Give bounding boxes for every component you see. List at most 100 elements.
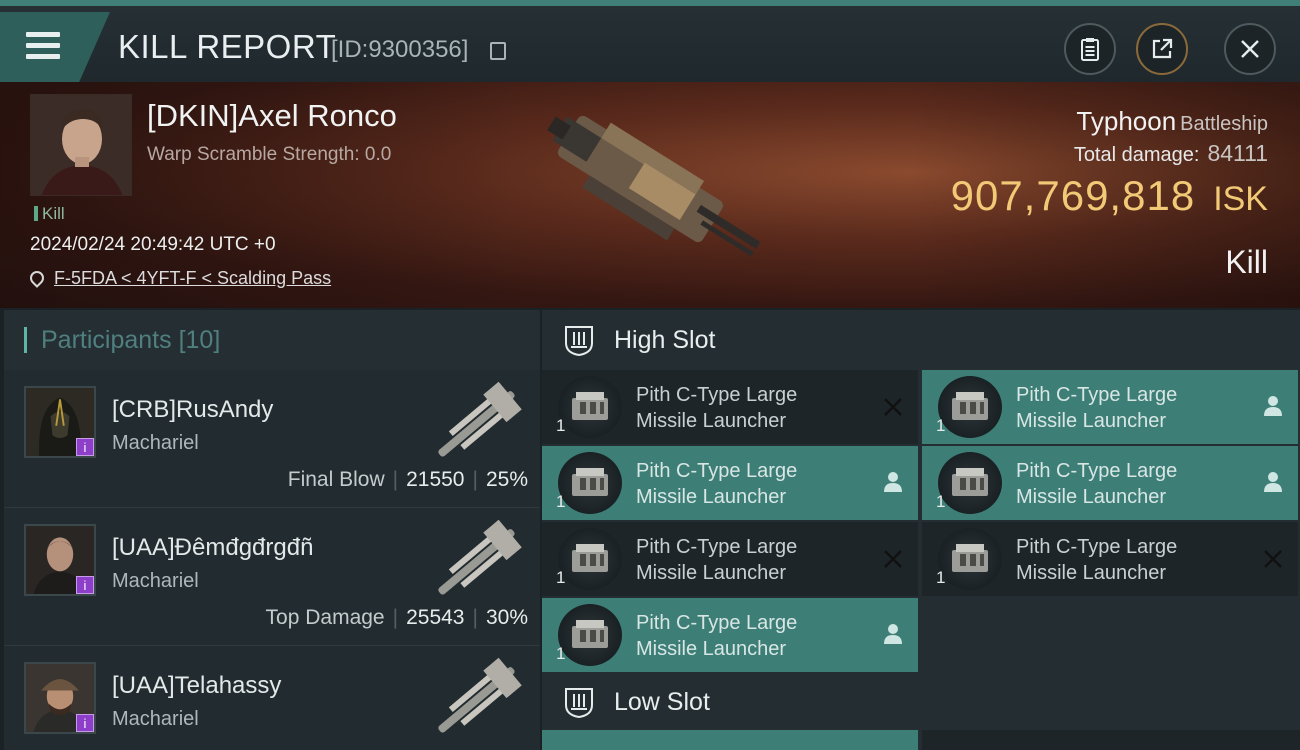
location-pin-icon xyxy=(27,268,47,288)
module-name: Pith C-Type Large Missile Launcher xyxy=(1016,536,1178,584)
participant-name[interactable]: [CRB]RusAndy xyxy=(112,396,273,424)
ship-class: Battleship xyxy=(1180,113,1268,135)
module-quantity: 1 xyxy=(556,492,566,511)
missile-launcher-icon xyxy=(938,452,1002,514)
module-name: Pith C-Type Large Missile Launcher xyxy=(1016,460,1178,508)
dropped-person-icon xyxy=(1264,396,1282,416)
participant-damage: 25543 xyxy=(406,606,465,629)
module-quantity: 1 xyxy=(936,416,946,435)
module-tile[interactable]: 1 Pith C-Type Large Missile Launcher xyxy=(542,522,918,596)
hamburger-icon[interactable] xyxy=(26,32,60,60)
location-link[interactable]: F-5FDA < 4YFT-F < Scalding Pass xyxy=(54,268,331,288)
corp-badge-icon: i xyxy=(76,714,94,732)
close-icon xyxy=(1241,40,1259,58)
module-name: Pith C-Type Large Missile Launcher xyxy=(1016,384,1178,432)
total-damage: Total damage: 84111 xyxy=(1074,140,1268,167)
close-button[interactable] xyxy=(1224,23,1276,75)
low-slot-icon xyxy=(565,688,593,719)
participants-count: [10] xyxy=(178,325,221,354)
module-tile[interactable]: 1 Pith C-Type Large Missile Launcher xyxy=(542,446,918,520)
participant-ship: Machariel xyxy=(112,432,199,454)
participant-stats: Final Blow | 21550 | 25% xyxy=(287,468,528,491)
participant-stats: Top Damage | 25543 | 30% xyxy=(265,606,528,629)
isk-unit: ISK xyxy=(1213,180,1268,218)
clipboard-icon xyxy=(1081,38,1099,61)
isk-amount: 907,769,818 xyxy=(950,172,1196,219)
isk-value: 907,769,818 ISK xyxy=(951,172,1268,220)
victim-banner: [DKIN]Axel Ronco Warp Scramble Strength:… xyxy=(0,82,1300,308)
clipboard-button[interactable] xyxy=(1064,23,1116,75)
module-quantity: 1 xyxy=(556,644,566,663)
participant-ship: Machariel xyxy=(112,570,199,592)
pilot-portrait-icon xyxy=(31,95,131,195)
participant-name[interactable]: [UAA]Telahassy xyxy=(112,672,281,700)
participant-role: Final Blow xyxy=(287,468,385,491)
ship-name: Typhoon xyxy=(1076,106,1177,136)
missile-launcher-icon xyxy=(558,604,622,666)
corp-badge-icon: i xyxy=(76,576,94,594)
kill-tag: Kill xyxy=(34,204,65,224)
participants-header: Participants [10] xyxy=(4,310,540,370)
low-slot-module-peek[interactable] xyxy=(922,730,1300,750)
kill-datetime: 2024/02/24 20:49:42 UTC +0 xyxy=(30,234,276,255)
page-title: KILL REPORT xyxy=(118,28,337,65)
victim-name[interactable]: [DKIN]Axel Ronco xyxy=(147,98,397,134)
header-accent-bar xyxy=(24,327,27,353)
header-bar: KILL REPORT [ID:9300356] xyxy=(0,0,1300,82)
participants-label: Participants [10] xyxy=(41,325,221,354)
warp-scramble-strength: Warp Scramble Strength: 0.0 xyxy=(147,144,392,165)
module-tile[interactable]: 1 Pith C-Type Large Missile Launcher xyxy=(922,522,1298,596)
high-slot-label: High Slot xyxy=(614,325,716,354)
missile-launcher-icon xyxy=(558,528,622,590)
participant-percent: 25% xyxy=(485,468,528,491)
module-tile[interactable]: 1 Pith C-Type Large Missile Launcher xyxy=(542,370,918,444)
report-id: [ID:9300356] xyxy=(331,36,469,63)
copy-icon[interactable] xyxy=(490,42,506,60)
module-quantity: 1 xyxy=(556,568,566,587)
high-slot-header: High Slot xyxy=(542,310,1300,370)
module-name: Pith C-Type Large Missile Launcher xyxy=(636,384,798,432)
module-name: Pith C-Type Large Missile Launcher xyxy=(636,460,798,508)
participant-percent: 30% xyxy=(485,606,528,629)
kill-location[interactable]: F-5FDA < 4YFT-F < Scalding Pass xyxy=(27,268,331,289)
missile-launcher-icon xyxy=(938,376,1002,438)
dropped-person-icon xyxy=(884,624,902,644)
share-button[interactable] xyxy=(1136,23,1188,75)
total-damage-value: 84111 xyxy=(1207,140,1268,166)
participant-damage: 21550 xyxy=(406,468,465,491)
participant-name[interactable]: [UAA]Đêmđgđrgđñ xyxy=(112,534,313,562)
module-quantity: 1 xyxy=(936,568,946,587)
missile-launcher-icon xyxy=(558,376,622,438)
high-slot-icon xyxy=(565,326,593,357)
module-quantity: 1 xyxy=(556,416,566,435)
participant-ship-image xyxy=(438,381,522,457)
destroyed-x-icon xyxy=(1264,550,1282,568)
total-damage-label: Total damage: xyxy=(1073,144,1200,166)
participant-row[interactable]: i [UAA]Telahassy Machariel xyxy=(4,646,540,750)
participant-ship-image xyxy=(438,519,522,595)
destroyed-x-icon xyxy=(884,398,902,416)
fitting-panel: High Slot 1 Pith C-Type Large Missile Laun… xyxy=(542,310,1300,750)
module-tile[interactable]: 1 Pith C-Type Large Missile Launcher xyxy=(922,370,1298,444)
low-slot-label: Low Slot xyxy=(614,687,710,716)
participants-panel: Participants [10] i [CRB]RusAndy Machari… xyxy=(4,310,540,750)
module-name: Pith C-Type Large Missile Launcher xyxy=(636,612,798,660)
result-label: Kill xyxy=(1225,244,1268,280)
participant-row[interactable]: i [UAA]Đêmđgđrgđñ Machariel Top Damage | 2… xyxy=(4,508,540,646)
low-slot-header: Low Slot xyxy=(542,672,1300,732)
victim-portrait[interactable] xyxy=(30,94,132,196)
module-tile[interactable]: 1 Pith C-Type Large Missile Launcher xyxy=(922,446,1298,520)
participant-ship-image xyxy=(438,657,522,733)
dropped-person-icon xyxy=(1264,472,1282,492)
menu-tab[interactable] xyxy=(0,12,110,82)
low-slot-module-peek[interactable] xyxy=(542,730,918,750)
participant-ship: Machariel xyxy=(112,708,199,730)
participant-row[interactable]: i [CRB]RusAndy Machariel Final Blow | 2155… xyxy=(4,370,540,508)
module-tile[interactable]: 1 Pith C-Type Large Missile Launcher xyxy=(542,598,918,672)
missile-launcher-icon xyxy=(938,528,1002,590)
victim-ship[interactable]: Typhoon Battleship xyxy=(1076,106,1268,137)
victim-ship-image xyxy=(547,115,761,257)
module-name: Pith C-Type Large Missile Launcher xyxy=(636,536,798,584)
destroyed-x-icon xyxy=(884,550,902,568)
corp-badge-icon: i xyxy=(76,438,94,456)
